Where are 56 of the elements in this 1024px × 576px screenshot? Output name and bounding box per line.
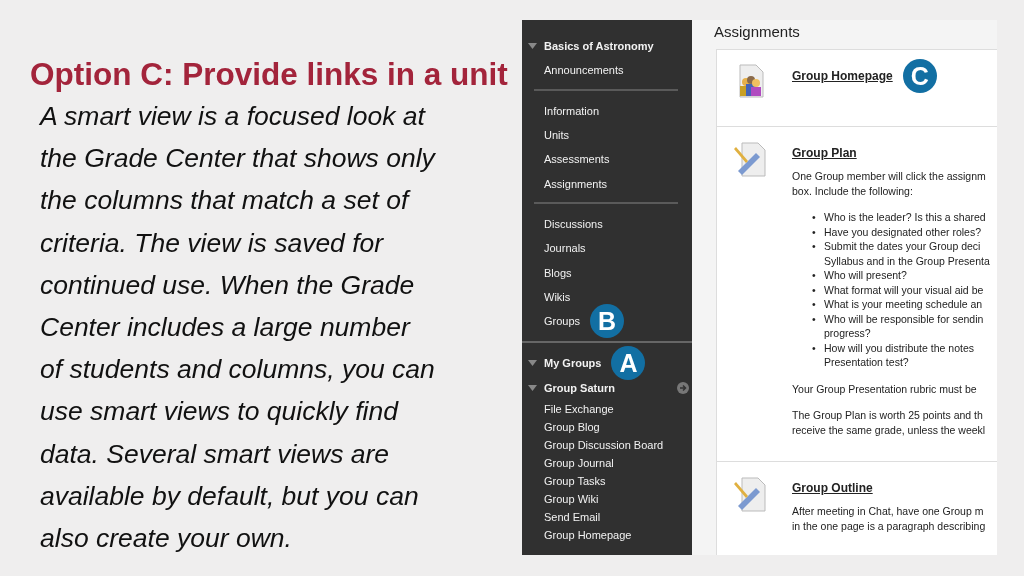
sidebar-item[interactable]: Journals [544, 242, 586, 255]
sidebar-item[interactable]: Units [544, 129, 570, 142]
caret-icon[interactable] [528, 360, 537, 367]
sidebar-item[interactable]: Group Homepage [544, 528, 632, 541]
item-text: The Group Plan is worth 25 points and th receive the same grade, unless the weekl [792, 408, 987, 437]
sidebar-item[interactable]: Groups [544, 315, 581, 328]
bullet-item: Submit the dates your Group deci Syllabus and in the Group Presenta [824, 239, 990, 268]
caret-icon[interactable] [528, 43, 537, 50]
bullet-marker: • [812, 297, 817, 312]
bullet-item: Have you designated other roles? [824, 224, 982, 239]
sidebar-item[interactable]: Group Tasks [544, 474, 606, 487]
bullet-marker: • [812, 268, 817, 283]
page-title: Assignments [714, 23, 801, 40]
document-ruler-icon [734, 141, 768, 179]
bullet-marker: • [812, 210, 817, 225]
bullet-marker: • [812, 239, 817, 254]
sidebar-item[interactable]: Discussions [544, 217, 603, 230]
sidebar-item[interactable]: Group Discussion Board [544, 438, 664, 451]
sidebar-item[interactable]: Group Wiki [544, 492, 599, 505]
arrow-circle-icon[interactable] [677, 381, 689, 394]
bullet-marker: • [812, 340, 817, 355]
bullet-item: What is your meeting schedule an [824, 297, 983, 312]
item-text: After meeting in Chat, have one Group m in the one page is a paragraph describing [792, 504, 986, 533]
item-text: Your Group Presentation rubric must be [792, 381, 978, 396]
sidebar-item[interactable]: Information [544, 104, 600, 117]
bullet-item: What format will your visual aid be [824, 282, 984, 297]
sidebar-item[interactable]: Send Email [544, 510, 601, 523]
sidebar-item[interactable]: Assignments [544, 177, 607, 190]
item-link[interactable]: Group Plan [792, 146, 857, 160]
callout-badge: B [590, 304, 625, 339]
slide-title: Option C: Provide links in a unit [30, 56, 509, 93]
sidebar-item[interactable]: Group Saturn [544, 381, 615, 394]
sidebar-item[interactable]: Group Journal [544, 456, 614, 469]
slide-paragraph: A smart view is a focused look at the Grade Center that shows only the columns that match a set of criteria. The view is saved for continued use. When the Grade Center includes a large number of students and columns, you can use smart views to quickly find data. Several smart views are available by default, but you can also create your own. [40, 100, 437, 556]
sidebar-item[interactable]: Basics of Astronomy [544, 40, 654, 53]
sidebar-item[interactable]: File Exchange [544, 402, 614, 415]
sidebar-item[interactable]: My Groups [544, 357, 602, 370]
sidebar-item[interactable]: Announcements [544, 64, 624, 77]
bullet-marker: • [812, 282, 817, 297]
callout-badge: C [902, 59, 937, 93]
item-text: One Group member will click the assignm box. Include the following: [792, 169, 987, 198]
callout-badge: A [611, 346, 646, 381]
bullet-item: Who will present? [824, 268, 907, 283]
sidebar-item[interactable]: Assessments [544, 153, 610, 166]
sidebar-item[interactable]: Group Blog [544, 420, 600, 433]
item-link[interactable]: Group Outline [792, 481, 873, 495]
bullet-item: Who will be responsible for sendin progress? [824, 311, 984, 341]
bullet-item: How will you distribute the notes Presentation test? [824, 340, 974, 370]
item-link[interactable]: Group Homepage [792, 69, 893, 83]
sidebar-item[interactable]: Blogs [544, 266, 572, 279]
caret-icon[interactable] [528, 384, 537, 391]
bullet-marker: • [812, 311, 817, 326]
document-ruler-icon [734, 476, 768, 514]
bullet-item: Who is the leader? Is this a shared [824, 210, 986, 225]
sidebar-item[interactable]: Wikis [544, 290, 571, 303]
bullet-marker: • [812, 224, 817, 239]
